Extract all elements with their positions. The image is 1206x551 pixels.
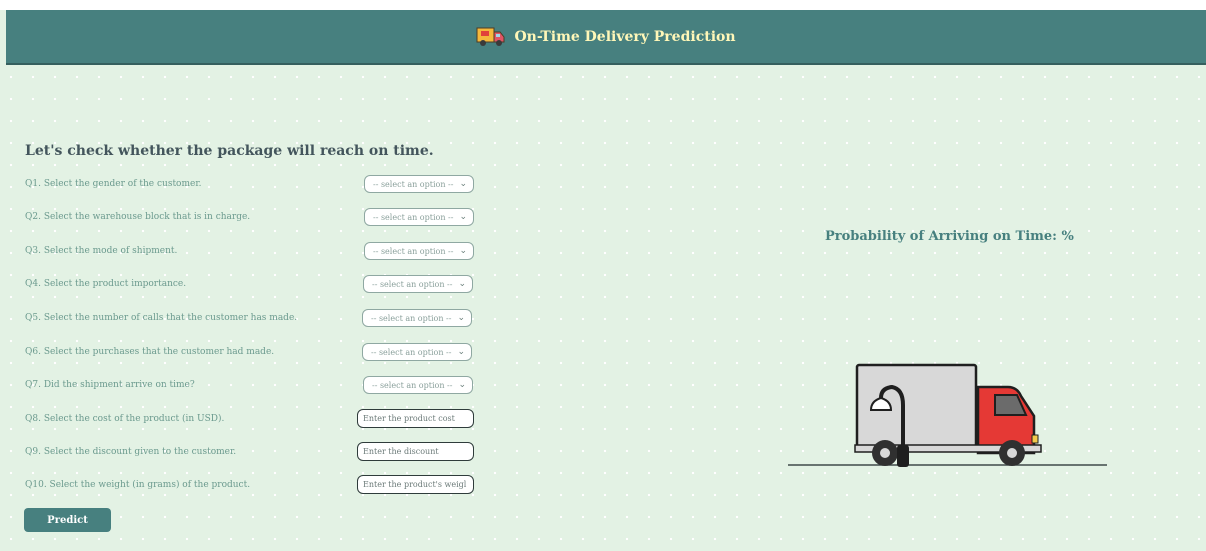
gender-select[interactable]: -- select an option -- ⌄ bbox=[364, 175, 474, 193]
question-label-q1: Q1. Select the gender of the customer. bbox=[25, 179, 202, 189]
question-label-q2: Q2. Select the warehouse block that is i… bbox=[25, 212, 251, 222]
question-label-q4: Q4. Select the product importance. bbox=[25, 279, 187, 289]
prior-purchases-select-value: -- select an option -- bbox=[371, 347, 452, 357]
product-importance-select-value: -- select an option -- bbox=[372, 279, 453, 289]
prior-purchases-select[interactable]: -- select an option -- ⌄ bbox=[362, 343, 472, 361]
delivery-truck-icon bbox=[476, 27, 505, 46]
gender-select-value: -- select an option -- bbox=[373, 179, 454, 189]
question-label-q10: Q10. Select the weight (in grams) of the… bbox=[25, 480, 251, 490]
customer-calls-select[interactable]: -- select an option -- ⌄ bbox=[362, 309, 472, 327]
form-heading: Let's check whether the package will rea… bbox=[25, 143, 434, 159]
chevron-down-icon: ⌄ bbox=[457, 313, 465, 323]
app-title: On-Time Delivery Prediction bbox=[514, 28, 736, 45]
question-label-q9: Q9. Select the discount given to the cus… bbox=[25, 447, 237, 457]
question-label-q8: Q8. Select the cost of the product (in U… bbox=[25, 414, 225, 424]
arrival-select[interactable]: -- select an option -- ⌄ bbox=[363, 376, 473, 394]
chevron-down-icon: ⌄ bbox=[458, 279, 466, 289]
predict-button[interactable]: Predict bbox=[24, 508, 111, 532]
chevron-down-icon: ⌄ bbox=[459, 212, 467, 222]
shipment-mode-select-value: -- select an option -- bbox=[373, 246, 454, 256]
truck-illustration bbox=[788, 363, 1107, 467]
chevron-down-icon: ⌄ bbox=[459, 246, 467, 256]
customer-calls-select-value: -- select an option -- bbox=[371, 313, 452, 323]
question-label-q3: Q3. Select the mode of shipment. bbox=[25, 246, 178, 256]
chevron-down-icon: ⌄ bbox=[458, 380, 466, 390]
product-importance-select[interactable]: -- select an option -- ⌄ bbox=[363, 275, 473, 293]
truck-headlight bbox=[1031, 434, 1039, 444]
question-label-q6: Q6. Select the purchases that the custom… bbox=[25, 347, 275, 357]
question-label-q5: Q5. Select the number of calls that the … bbox=[25, 313, 298, 323]
arrival-select-value: -- select an option -- bbox=[372, 380, 453, 390]
street-lamp-base bbox=[897, 445, 909, 467]
warehouse-block-select-value: -- select an option -- bbox=[373, 212, 454, 222]
product-cost-placeholder: Enter the product cost bbox=[363, 414, 455, 423]
main-content: Let's check whether the package will rea… bbox=[0, 65, 1206, 551]
product-cost-input[interactable]: Enter the product cost bbox=[357, 409, 474, 428]
chevron-down-icon: ⌄ bbox=[457, 347, 465, 357]
discount-input[interactable]: Enter the discount bbox=[357, 442, 474, 461]
question-label-q7: Q7. Did the shipment arrive on time? bbox=[25, 380, 195, 390]
chevron-down-icon: ⌄ bbox=[459, 179, 467, 189]
top-border bbox=[0, 0, 1206, 10]
probability-result: Probability of Arriving on Time: % bbox=[825, 229, 1074, 244]
product-weight-input[interactable]: Enter the product's weigl bbox=[357, 475, 474, 494]
app-header: On-Time Delivery Prediction bbox=[6, 10, 1206, 65]
product-weight-placeholder: Enter the product's weigl bbox=[363, 480, 467, 489]
shipment-mode-select[interactable]: -- select an option -- ⌄ bbox=[364, 242, 474, 260]
warehouse-block-select[interactable]: -- select an option -- ⌄ bbox=[364, 208, 474, 226]
discount-placeholder: Enter the discount bbox=[363, 447, 439, 456]
